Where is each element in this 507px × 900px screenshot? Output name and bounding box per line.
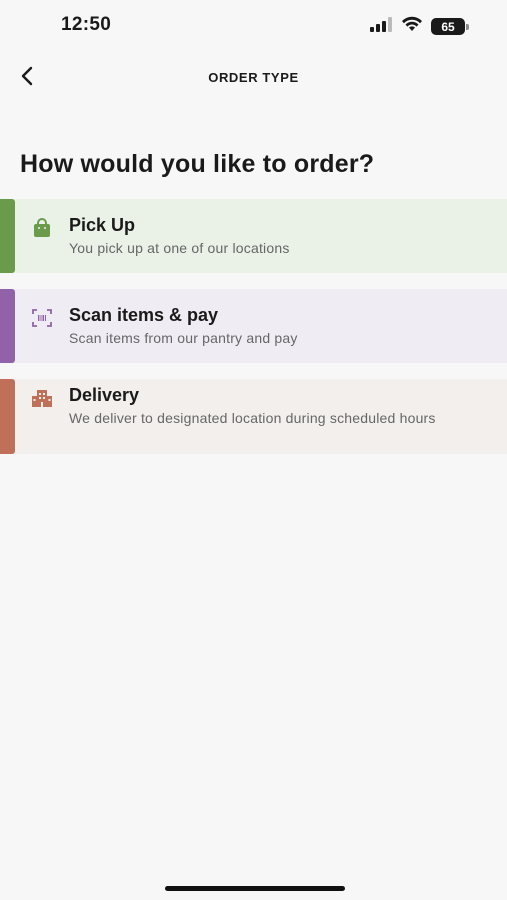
status-time: 12:50 [61,14,112,35]
option-text: Scan items & pay Scan items from our pan… [69,303,487,350]
status-icons: 65 [369,16,469,37]
signal-icon [369,16,393,37]
home-indicator [165,886,345,891]
shopping-bag-icon [31,217,53,239]
battery-icon: 65 [431,18,469,35]
option-text: Pick Up You pick up at one of our locati… [69,213,487,260]
battery-cap [466,23,469,30]
order-heading: How would you like to order? [20,150,375,178]
option-accent [0,199,15,273]
option-text: Delivery We deliver to designated locati… [69,383,487,430]
option-title: Scan items & pay [69,305,219,325]
option-description: Scan items from our pantry and pay [69,330,298,346]
order-type-list: Pick Up You pick up at one of our locati… [0,199,507,454]
battery-level: 65 [441,19,455,34]
page-title: ORDER TYPE [208,70,299,85]
building-icon [31,387,53,409]
option-accent [0,379,15,454]
battery: 65 [431,18,465,35]
option-scan-pay[interactable]: Scan items & pay Scan items from our pan… [0,289,507,363]
option-description: We deliver to designated location during… [69,410,436,426]
option-pick-up[interactable]: Pick Up You pick up at one of our locati… [0,199,507,273]
status-bar: 12:50 65 [0,0,507,50]
barcode-scan-icon [31,307,53,329]
option-title: Pick Up [69,215,136,235]
wifi-icon [401,16,423,37]
option-delivery[interactable]: Delivery We deliver to designated locati… [0,379,507,454]
option-title: Delivery [69,385,140,405]
option-description: You pick up at one of our locations [69,240,290,256]
option-accent [0,289,15,363]
nav-header: ORDER TYPE [0,58,507,98]
